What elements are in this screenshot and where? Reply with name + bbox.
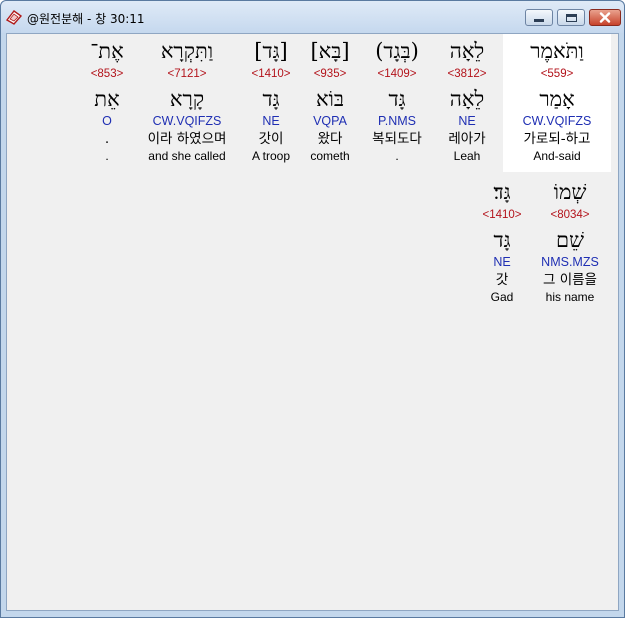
word-block[interactable]: אֶת־ <853> אֵת O . . bbox=[57, 36, 157, 164]
strong-number[interactable]: <853> bbox=[57, 66, 157, 83]
word-block[interactable]: וַתֹּאמֶר <559> אָמַר CW.VQIFZS 가로되-하고 A… bbox=[507, 36, 607, 164]
english-gloss: And-said bbox=[533, 149, 581, 163]
minimize-icon bbox=[534, 18, 544, 22]
window-title: @원전분해 - 창 30:11 bbox=[27, 12, 145, 26]
hebrew-word: גָּד׃ bbox=[493, 180, 511, 204]
parsing-code: O bbox=[102, 114, 112, 128]
close-button[interactable] bbox=[589, 9, 621, 26]
minimize-button[interactable] bbox=[525, 9, 553, 26]
strong-number[interactable]: <559> bbox=[507, 66, 607, 83]
close-icon bbox=[599, 12, 611, 23]
bible-book-icon bbox=[5, 10, 23, 25]
window-bottom-border bbox=[6, 611, 619, 617]
strong-number[interactable]: <1410> bbox=[452, 207, 552, 224]
hebrew-word: וַתֹּאמֶר bbox=[530, 39, 584, 63]
title-bar[interactable]: @원전분해 - 창 30:11 bbox=[1, 1, 624, 33]
maximize-icon bbox=[565, 13, 577, 22]
maximize-button[interactable] bbox=[557, 9, 585, 26]
hebrew-word: אֶת־ bbox=[90, 39, 124, 63]
korean-gloss: 갓 bbox=[495, 272, 509, 288]
app-window: @원전분해 - 창 30:11 וַתֹּאמֶר <559> אָמַר CW… bbox=[0, 0, 625, 618]
parsing-code: NE bbox=[493, 255, 511, 269]
english-gloss: . bbox=[105, 149, 109, 163]
interlinear-panel[interactable]: וַתֹּאמֶר <559> אָמַר CW.VQIFZS 가로되-하고 A… bbox=[6, 33, 619, 611]
lemma-word: אֵת bbox=[94, 87, 120, 111]
word-block[interactable]: גָּד׃ <1410> גָּד NE 갓 Gad bbox=[452, 177, 552, 305]
parsing-code: CW.VQIFZS bbox=[522, 114, 592, 128]
korean-gloss: . bbox=[104, 131, 110, 147]
lemma-word: גָּד bbox=[493, 228, 511, 252]
korean-gloss: 가로되-하고 bbox=[523, 131, 591, 147]
english-gloss: Gad bbox=[490, 290, 514, 304]
lemma-word: אָמַר bbox=[539, 87, 575, 111]
